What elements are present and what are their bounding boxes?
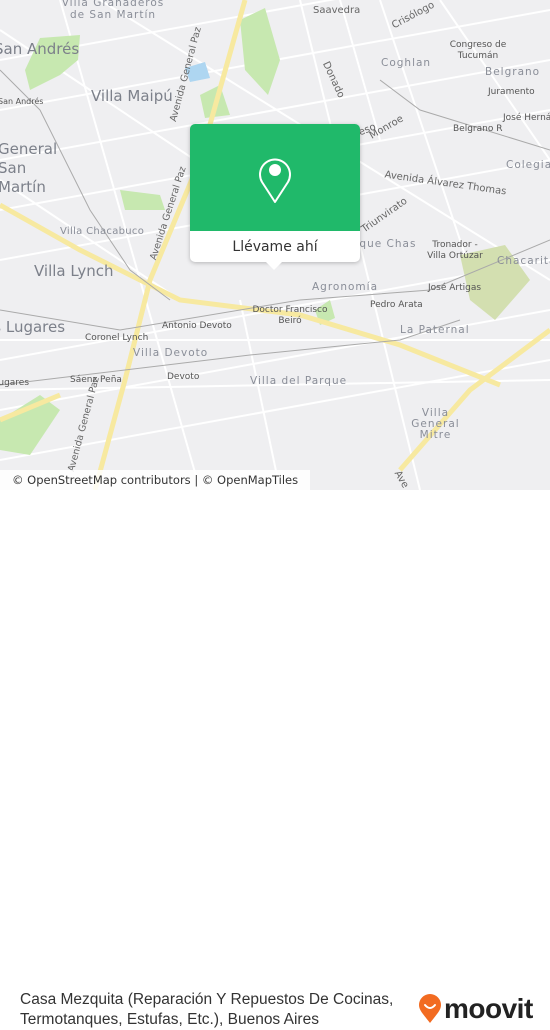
label-villa-chacabuco: Villa Chacabuco xyxy=(60,226,145,237)
map-pin-icon xyxy=(259,158,291,203)
label-jose-hernandez: José Hernández xyxy=(503,113,550,123)
label-la-paternal: La Paternal xyxy=(400,324,470,336)
moovit-logo[interactable]: moovit xyxy=(418,993,533,1025)
label-general-san-martin: General San Martín xyxy=(0,140,58,196)
label-coronel-lynch: Coronel Lynch xyxy=(85,333,149,343)
label-jose-artigas: José Artigas xyxy=(428,283,482,293)
label-devoto: Devoto xyxy=(167,372,200,382)
label-saavedra: Saavedra xyxy=(313,5,361,16)
place-title: Casa Mezquita (Reparación Y Repuestos De… xyxy=(20,991,394,1028)
label-villa-maipu: Villa Maipú xyxy=(91,87,173,105)
label-villa-granaderos: Villa Granaderos de San Martín xyxy=(61,0,165,21)
label-villa-devoto: Villa Devoto xyxy=(133,347,209,359)
popup-header xyxy=(190,124,360,231)
label-san-andres: San Andrés xyxy=(0,40,80,58)
label-villa-del-parque: Villa del Parque xyxy=(250,375,348,387)
label-saenz-pena: Sáenz Peña xyxy=(70,375,122,385)
label-pedro-arata: Pedro Arata xyxy=(370,300,423,310)
label-congreso-tucuman: Congreso de Tucumán xyxy=(449,40,507,61)
label-tronador: Tronador - Villa Ortúzar xyxy=(427,240,483,261)
map[interactable]: Villa Granaderos de San Martín San André… xyxy=(0,0,550,490)
label-doctor-beiro: Doctor Francisco Beiró xyxy=(252,305,328,326)
label-belgrano-r: Belgrano R xyxy=(453,124,503,134)
map-attribution[interactable]: © OpenStreetMap contributors | © OpenMap… xyxy=(0,470,311,490)
label-belgrano: Belgrano xyxy=(485,66,541,78)
popup-pointer xyxy=(266,262,282,270)
label-colegiales: Colegiales xyxy=(506,159,550,171)
label-agronomia: Agronomía xyxy=(312,281,379,293)
label-santos-lugares-station: Santos Lugares xyxy=(0,378,30,388)
footer: Casa Mezquita (Reparación Y Repuestos De… xyxy=(0,490,550,1028)
label-coghlan: Coghlan xyxy=(381,57,432,69)
label-villa-lynch: Villa Lynch xyxy=(34,262,114,280)
destination-popup: Llévame ahí xyxy=(190,124,360,270)
take-me-there-button[interactable]: Llévame ahí xyxy=(190,231,360,262)
label-chacarita: Chacarita xyxy=(497,255,550,267)
label-antonio-devoto: Antonio Devoto xyxy=(162,321,232,331)
label-juramento: Juramento xyxy=(488,87,535,97)
moovit-pin-icon xyxy=(419,994,441,1023)
label-villa-general-mitre: Villa General Mitre xyxy=(411,407,460,441)
label-san-andres-station: San Andrés xyxy=(0,97,44,106)
label-santos-lugares: Santos Lugares xyxy=(0,318,66,336)
moovit-wordmark: moovit xyxy=(444,993,533,1024)
